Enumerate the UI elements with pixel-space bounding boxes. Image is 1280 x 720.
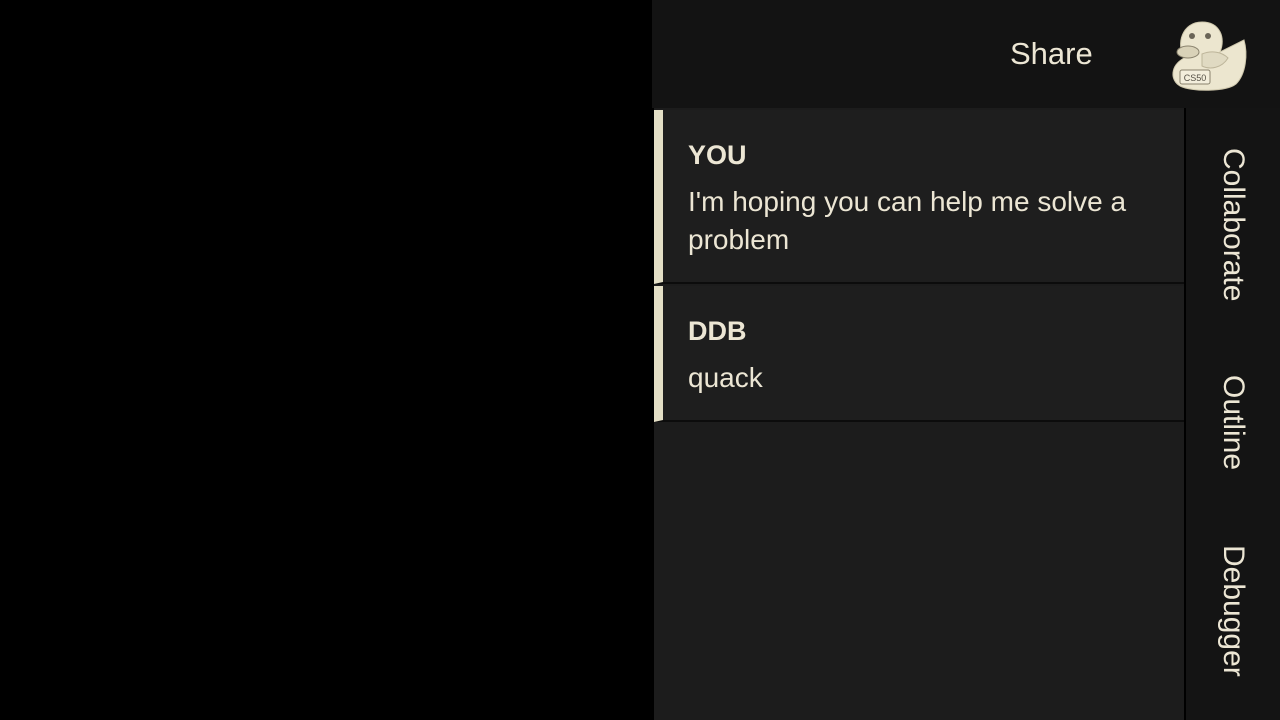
tab-label: Collaborate: [1217, 148, 1250, 302]
message-item: YOU I'm hoping you can help me solve a p…: [654, 110, 1184, 284]
message-text: quack: [688, 362, 763, 393]
tab-outline[interactable]: Outline: [1186, 360, 1280, 485]
logo-text: CS50: [1184, 73, 1207, 83]
tab-debugger[interactable]: Debugger: [1186, 528, 1280, 693]
editor-area: [0, 0, 652, 720]
message-text: I'm hoping you can help me solve a probl…: [688, 186, 1127, 255]
message-author: YOU: [688, 140, 747, 170]
tab-label: Debugger: [1217, 544, 1250, 677]
message-item: DDB quack: [654, 286, 1184, 422]
tab-label: Outline: [1217, 374, 1250, 471]
rubber-duck-icon: CS50: [1162, 14, 1252, 94]
tab-collaborate[interactable]: Collaborate: [1186, 130, 1280, 320]
share-button[interactable]: Share: [1010, 30, 1093, 78]
chat-panel: YOU I'm hoping you can help me solve a p…: [654, 108, 1184, 720]
message-author: DDB: [688, 316, 747, 346]
